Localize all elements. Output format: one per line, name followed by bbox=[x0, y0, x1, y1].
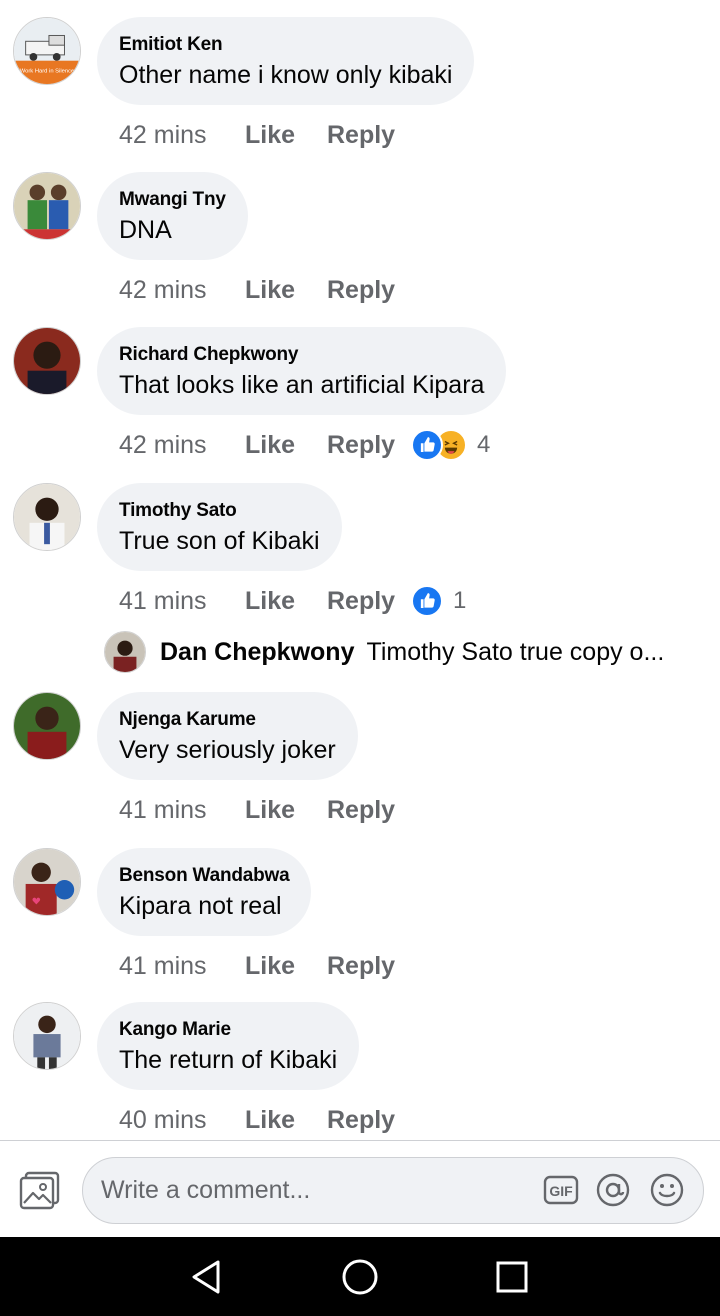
comment-placeholder: Write a comment... bbox=[101, 1176, 311, 1204]
avatar-truck-icon: Work Hard in Silence bbox=[14, 18, 80, 84]
avatar-person-icon bbox=[14, 693, 80, 759]
like-button[interactable]: Like bbox=[245, 952, 327, 981]
like-button[interactable]: Like bbox=[245, 121, 327, 150]
avatar[interactable] bbox=[13, 692, 81, 760]
like-button[interactable]: Like bbox=[245, 796, 327, 825]
comment-author[interactable]: Benson Wandabwa bbox=[119, 865, 290, 887]
avatar[interactable] bbox=[13, 1002, 81, 1070]
emoji-icon[interactable] bbox=[649, 1172, 685, 1208]
comment-text: Kipara not real bbox=[119, 892, 282, 920]
comment-author[interactable]: Timothy Sato bbox=[119, 500, 320, 522]
avatar[interactable] bbox=[13, 327, 81, 395]
system-navigation-bar bbox=[0, 1237, 720, 1316]
svg-text:Work Hard in Silence: Work Hard in Silence bbox=[20, 68, 75, 74]
comment-actions: 41 mins Like Reply bbox=[119, 950, 411, 982]
comment-author[interactable]: Njenga Karume bbox=[119, 709, 336, 731]
reply-button[interactable]: Reply bbox=[327, 587, 411, 616]
comment-time[interactable]: 41 mins bbox=[119, 796, 245, 825]
reaction-summary[interactable]: 1 bbox=[411, 585, 466, 617]
comment-actions: 41 mins Like Reply 1 bbox=[119, 585, 466, 617]
reply-button[interactable]: Reply bbox=[327, 796, 411, 825]
comment-actions: 42 mins Like Reply bbox=[119, 274, 411, 306]
avatar[interactable] bbox=[13, 172, 81, 240]
comment-text: True son of Kibaki bbox=[119, 527, 320, 555]
home-icon[interactable] bbox=[340, 1257, 380, 1297]
comment-actions: 41 mins Like Reply bbox=[119, 794, 411, 826]
comment-text: Very seriously joker bbox=[119, 736, 336, 764]
comment-bubble[interactable]: Emitiot Ken Other name i know only kibak… bbox=[97, 17, 475, 105]
reply-button[interactable]: Reply bbox=[327, 431, 411, 460]
like-button[interactable]: Like bbox=[245, 431, 327, 460]
reply-button[interactable]: Reply bbox=[327, 276, 411, 305]
reaction-summary[interactable]: 4 bbox=[411, 429, 490, 461]
reply-author[interactable]: Dan Chepkwony bbox=[160, 638, 354, 667]
comment-bubble[interactable]: Benson Wandabwa Kipara not real bbox=[97, 848, 312, 936]
like-reaction-icon bbox=[411, 585, 443, 617]
reply-button[interactable]: Reply bbox=[327, 1106, 411, 1135]
photo-icon[interactable] bbox=[18, 1171, 62, 1211]
comment-text: Other name i know only kibaki bbox=[119, 61, 453, 89]
comment-text: That looks like an artificial Kipara bbox=[119, 371, 485, 399]
comment-actions: 42 mins Like Reply 4 bbox=[119, 429, 490, 461]
comment-text: The return of Kibaki bbox=[119, 1046, 338, 1074]
avatar-two-people-icon bbox=[14, 173, 80, 239]
comment-time[interactable]: 42 mins bbox=[119, 431, 245, 460]
avatar-person-icon bbox=[14, 328, 80, 394]
comment-input[interactable]: Write a comment... GIF bbox=[82, 1157, 704, 1224]
like-button[interactable]: Like bbox=[245, 587, 327, 616]
like-button[interactable]: Like bbox=[245, 1106, 327, 1135]
avatar-person-icon bbox=[14, 849, 80, 915]
gif-icon[interactable]: GIF bbox=[543, 1174, 579, 1206]
avatar-person-icon bbox=[105, 632, 145, 672]
like-reaction-icon bbox=[411, 429, 443, 461]
comment-time[interactable]: 40 mins bbox=[119, 1106, 245, 1135]
comment-bubble[interactable]: Timothy Sato True son of Kibaki bbox=[97, 483, 342, 571]
avatar-person-icon bbox=[14, 484, 80, 550]
nested-reply-preview[interactable]: Dan Chepkwony Timothy Sato true copy o..… bbox=[104, 630, 664, 674]
reply-button[interactable]: Reply bbox=[327, 121, 411, 150]
reply-text: Timothy Sato true copy o... bbox=[366, 637, 665, 666]
like-button[interactable]: Like bbox=[245, 276, 327, 305]
back-icon[interactable] bbox=[186, 1257, 226, 1297]
reaction-count: 4 bbox=[477, 431, 491, 458]
comment-author[interactable]: Emitiot Ken bbox=[119, 34, 452, 56]
comment-time[interactable]: 42 mins bbox=[119, 276, 245, 305]
recents-icon[interactable] bbox=[492, 1257, 532, 1297]
comment-bubble[interactable]: Mwangi Tny DNA bbox=[97, 172, 248, 260]
comment-time[interactable]: 42 mins bbox=[119, 121, 245, 150]
comment-author[interactable]: Richard Chepkwony bbox=[119, 344, 484, 366]
comment-bubble[interactable]: Richard Chepkwony That looks like an art… bbox=[97, 327, 507, 415]
avatar[interactable] bbox=[104, 631, 146, 673]
reaction-count: 1 bbox=[453, 587, 467, 614]
comment-time[interactable]: 41 mins bbox=[119, 952, 245, 981]
comment-bubble[interactable]: Kango Marie The return of Kibaki bbox=[97, 1002, 360, 1090]
comment-composer: Write a comment... GIF bbox=[0, 1140, 720, 1237]
comment-actions: 40 mins Like Reply bbox=[119, 1104, 411, 1136]
comment-time[interactable]: 41 mins bbox=[119, 587, 245, 616]
avatar[interactable] bbox=[13, 483, 81, 551]
reply-button[interactable]: Reply bbox=[327, 952, 411, 981]
comment-text: DNA bbox=[119, 216, 172, 244]
comment-bubble[interactable]: Njenga Karume Very seriously joker bbox=[97, 692, 358, 780]
comment-actions: 42 mins Like Reply bbox=[119, 119, 411, 151]
comment-author[interactable]: Mwangi Tny bbox=[119, 189, 226, 211]
comment-author[interactable]: Kango Marie bbox=[119, 1019, 337, 1041]
mention-icon[interactable] bbox=[595, 1172, 631, 1208]
avatar[interactable] bbox=[13, 848, 81, 916]
avatar-person-icon bbox=[14, 1003, 80, 1069]
avatar[interactable]: Work Hard in Silence bbox=[13, 17, 81, 85]
svg-text:GIF: GIF bbox=[549, 1183, 573, 1199]
